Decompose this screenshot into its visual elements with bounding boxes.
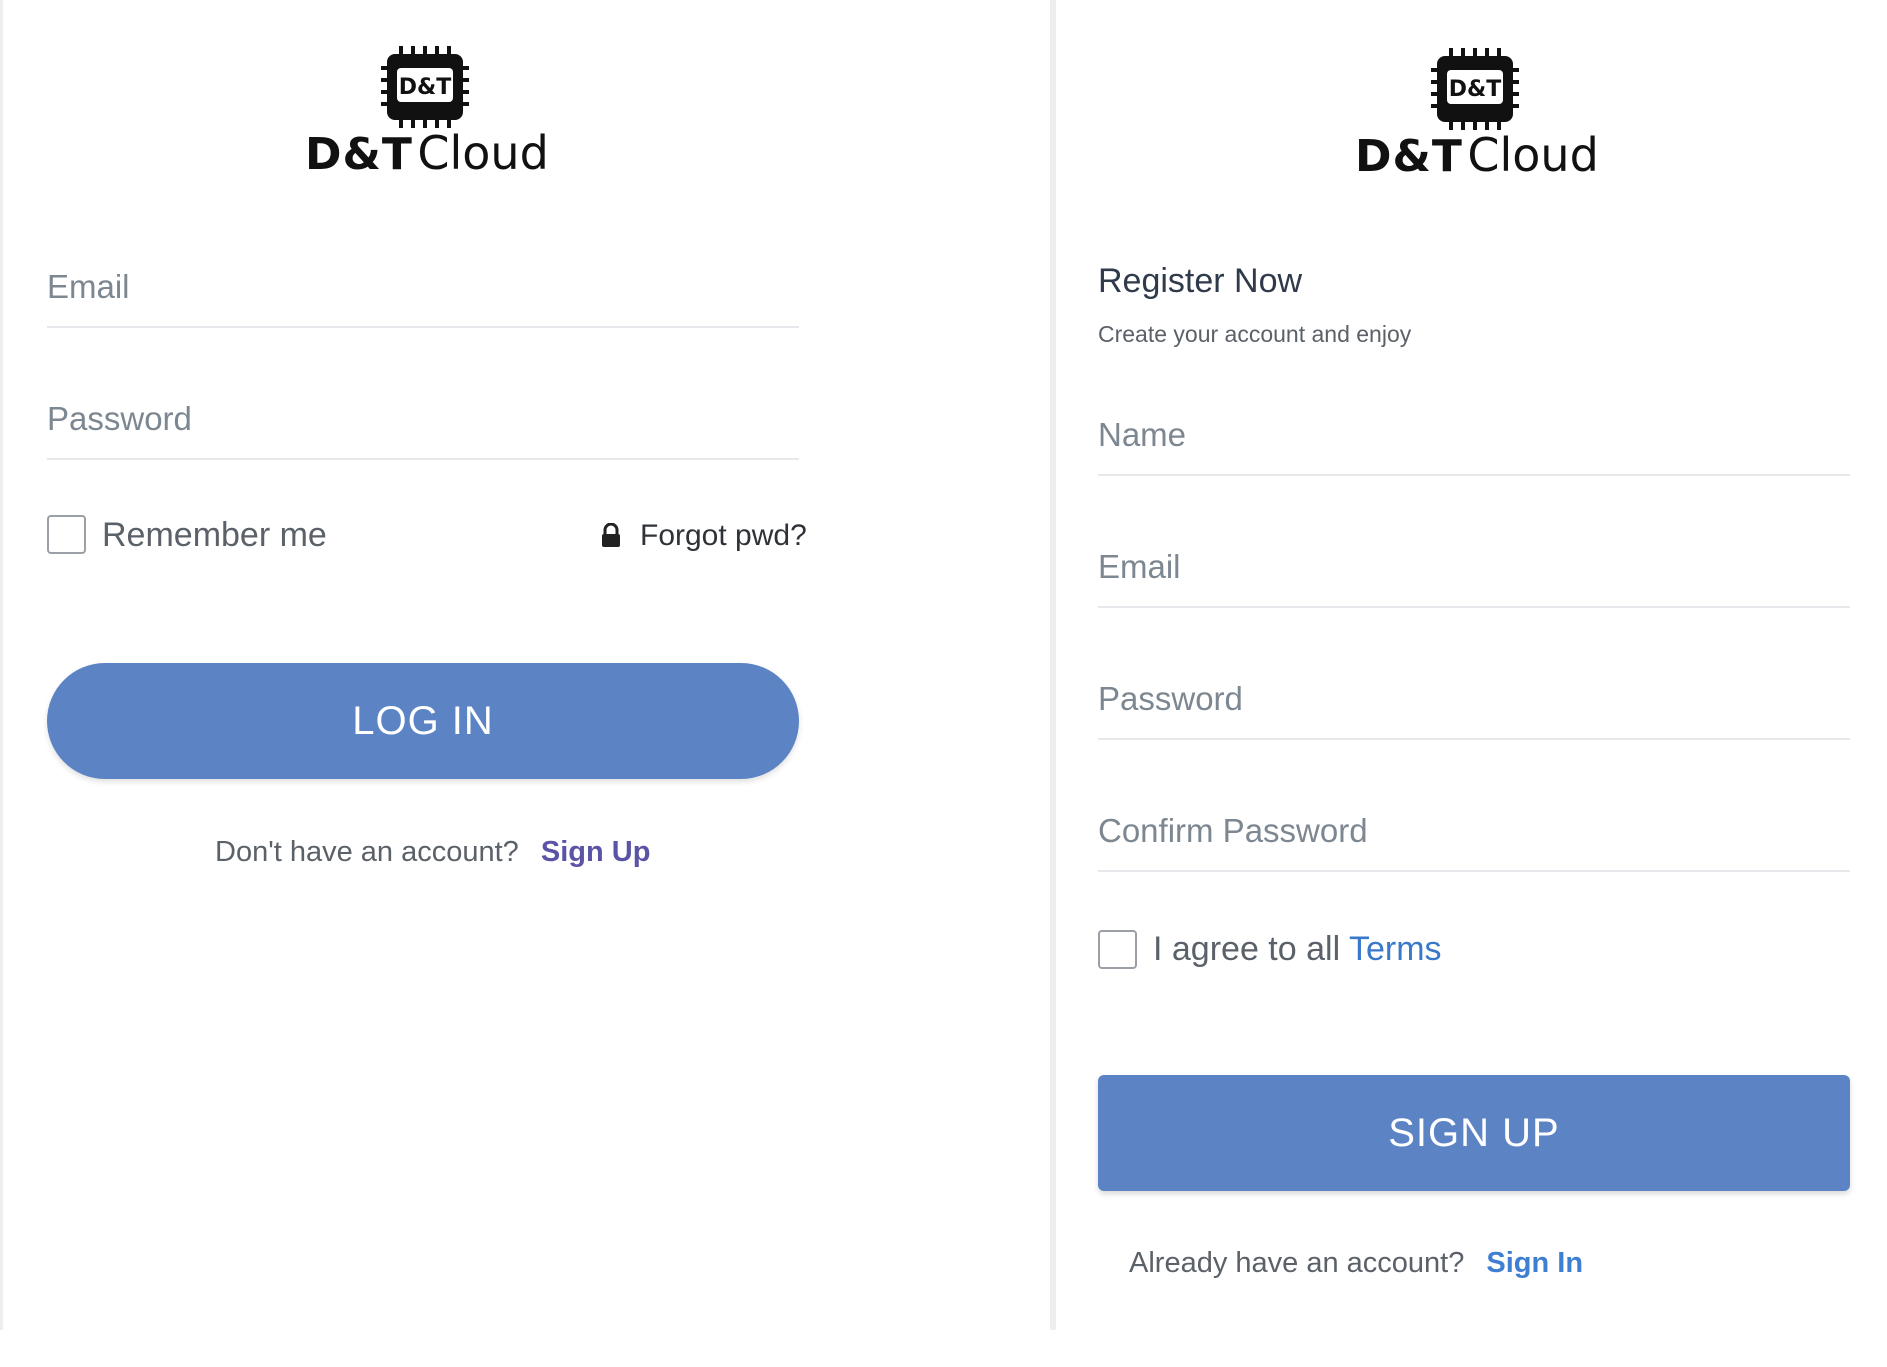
brand-name-part1: D&T xyxy=(305,129,413,180)
login-button[interactable]: LOG IN xyxy=(47,663,799,779)
terms-link[interactable]: Terms xyxy=(1349,930,1442,968)
confirm-password-field[interactable] xyxy=(1098,812,1850,872)
forgot-password-label: Forgot pwd? xyxy=(640,519,807,552)
name-input[interactable] xyxy=(1098,416,1850,454)
login-password-input[interactable] xyxy=(47,400,799,438)
signup-button[interactable]: SIGN UP xyxy=(1098,1075,1850,1191)
brand-logo: D&T D&T Cloud xyxy=(1355,42,1599,182)
register-email-field[interactable] xyxy=(1098,548,1850,608)
agree-text: I agree to all xyxy=(1153,930,1341,968)
forgot-password-link[interactable]: Forgot pwd? xyxy=(600,519,807,553)
brand-logo: D&T D&T Cloud xyxy=(305,40,549,180)
lock-icon xyxy=(602,523,620,547)
signin-prompt: Already have an account? Sign In xyxy=(1129,1247,1583,1280)
brand-name-part2: Cloud xyxy=(417,126,549,180)
login-panel: D&T D&T Cloud Remember me Forgot pwd? LO… xyxy=(0,0,1050,1330)
remember-me-checkbox[interactable] xyxy=(47,515,86,554)
register-password-input[interactable] xyxy=(1098,680,1850,718)
register-email-input[interactable] xyxy=(1098,548,1850,586)
chip-label: D&T xyxy=(399,75,451,100)
name-field[interactable] xyxy=(1098,416,1850,476)
chip-label: D&T xyxy=(1449,77,1501,102)
register-subtitle: Create your account and enjoy xyxy=(1098,321,1412,347)
brand-name: D&T Cloud xyxy=(305,126,549,180)
brand-name: D&T Cloud xyxy=(1355,128,1599,182)
register-password-field[interactable] xyxy=(1098,680,1850,740)
brand-name-part1: D&T xyxy=(1355,131,1463,182)
login-email-input[interactable] xyxy=(47,268,799,306)
signin-link[interactable]: Sign In xyxy=(1486,1247,1583,1279)
no-account-text: Don't have an account? xyxy=(215,836,519,868)
register-title: Register Now xyxy=(1098,262,1303,300)
confirm-password-input[interactable] xyxy=(1098,812,1850,850)
login-password-field[interactable] xyxy=(47,400,799,460)
agree-terms-checkbox[interactable] xyxy=(1098,930,1137,969)
login-email-field[interactable] xyxy=(47,268,799,328)
signup-link[interactable]: Sign Up xyxy=(541,836,651,868)
chip-icon: D&T xyxy=(1431,48,1519,130)
have-account-text: Already have an account? xyxy=(1129,1247,1465,1279)
remember-me-label: Remember me xyxy=(102,516,327,554)
signup-prompt: Don't have an account? Sign Up xyxy=(215,836,650,869)
chip-icon: D&T xyxy=(381,46,469,128)
agree-terms-line: I agree to all Terms xyxy=(1153,930,1442,969)
register-panel: D&T D&T Cloud Register Now Create your a… xyxy=(1050,0,1887,1330)
brand-name-part2: Cloud xyxy=(1467,128,1599,182)
